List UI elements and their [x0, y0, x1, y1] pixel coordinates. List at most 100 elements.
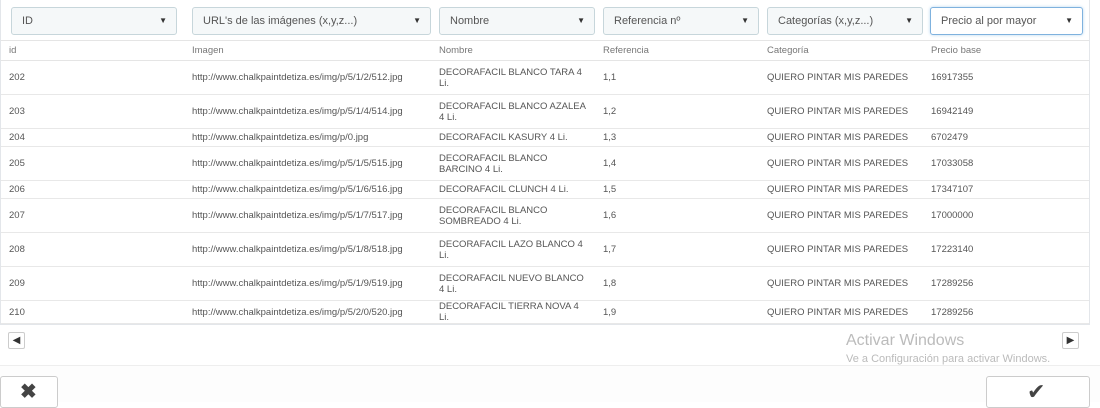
mapping-select-precio[interactable]: Precio al por mayor ▼ [930, 7, 1083, 35]
cell-referencia: 1,2 [595, 94, 759, 129]
cell-precio: 17347107 [923, 180, 1089, 199]
data-table: id Imagen Nombre Referencia Categoría Pr… [1, 40, 1089, 324]
select-value: Categorías (x,y,z...) [778, 15, 874, 27]
cell-id: 208 [1, 232, 184, 267]
chevron-left-circle-icon: ◀ [12, 335, 21, 346]
cell-precio: 17000000 [923, 198, 1089, 233]
caret-down-icon: ▼ [1065, 16, 1073, 25]
select-value: Referencia nº [614, 15, 681, 27]
cell-precio: 6702479 [923, 128, 1089, 147]
table-row: 207 http://www.chalkpaintdetiza.es/img/p… [1, 198, 1089, 233]
cell-id: 204 [1, 128, 184, 147]
cell-categoria: QUIERO PINTAR MIS PAREDES [759, 94, 923, 129]
close-icon: ✖ [20, 381, 37, 403]
cell-id: 206 [1, 180, 184, 199]
checkmark-icon: ✔ [1027, 379, 1046, 404]
caret-down-icon: ▼ [413, 16, 421, 25]
cell-id: 207 [1, 198, 184, 233]
column-header-categoria: Categoría [759, 40, 923, 61]
import-mapping-table: ID ▼ URL's de las imágenes (x,y,z...) ▼ … [0, 0, 1090, 325]
cell-id: 203 [1, 94, 184, 129]
cell-imagen: http://www.chalkpaintdetiza.es/img/p/5/1… [184, 266, 431, 301]
mapping-select-id[interactable]: ID ▼ [11, 7, 177, 35]
select-value: Precio al por mayor [941, 15, 1037, 27]
column-mapping-row: ID ▼ URL's de las imágenes (x,y,z...) ▼ … [1, 0, 1089, 40]
mapping-cell-id: ID ▼ [1, 0, 184, 40]
cell-nombre: DECORAFACIL BLANCO TARA 4 Li. [431, 60, 595, 95]
table-row: 209 http://www.chalkpaintdetiza.es/img/p… [1, 266, 1089, 301]
table-row: 205 http://www.chalkpaintdetiza.es/img/p… [1, 146, 1089, 181]
column-header-id: id [1, 40, 184, 61]
cell-categoria: QUIERO PINTAR MIS PAREDES [759, 180, 923, 199]
table-row: 203 http://www.chalkpaintdetiza.es/img/p… [1, 94, 1089, 129]
cell-categoria: QUIERO PINTAR MIS PAREDES [759, 198, 923, 233]
cell-id: 205 [1, 146, 184, 181]
cell-categoria: QUIERO PINTAR MIS PAREDES [759, 60, 923, 95]
cell-nombre: DECORAFACIL BLANCO AZALEA 4 Li. [431, 94, 595, 129]
mapping-select-nombre[interactable]: Nombre ▼ [439, 7, 595, 35]
cell-imagen: http://www.chalkpaintdetiza.es/img/p/5/1… [184, 146, 431, 181]
cell-referencia: 1,9 [595, 300, 759, 324]
cell-id: 210 [1, 300, 184, 324]
table-row: 206 http://www.chalkpaintdetiza.es/img/p… [1, 180, 1089, 199]
cell-nombre: DECORAFACIL KASURY 4 Li. [431, 128, 595, 147]
mapping-select-referencia[interactable]: Referencia nº ▼ [603, 7, 759, 35]
confirm-button[interactable]: ✔ [986, 376, 1090, 408]
caret-down-icon: ▼ [577, 16, 585, 25]
modal-footer: ✖ ✔ [0, 365, 1100, 408]
scroll-right-button[interactable]: ▶ [1062, 332, 1079, 349]
column-header-imagen: Imagen [184, 40, 431, 61]
cell-imagen: http://www.chalkpaintdetiza.es/img/p/5/2… [184, 300, 431, 324]
cancel-button[interactable]: ✖ [0, 376, 58, 408]
cell-id: 202 [1, 60, 184, 95]
select-value: URL's de las imágenes (x,y,z...) [203, 15, 358, 27]
cell-categoria: QUIERO PINTAR MIS PAREDES [759, 232, 923, 267]
caret-down-icon: ▼ [741, 16, 749, 25]
mapping-select-categoria[interactable]: Categorías (x,y,z...) ▼ [767, 7, 923, 35]
cell-categoria: QUIERO PINTAR MIS PAREDES [759, 128, 923, 147]
cell-nombre: DECORAFACIL BLANCO BARCINO 4 Li. [431, 146, 595, 181]
cell-referencia: 1,6 [595, 198, 759, 233]
cell-precio: 16942149 [923, 94, 1089, 129]
cell-referencia: 1,4 [595, 146, 759, 181]
cell-nombre: DECORAFACIL BLANCO SOMBREADO 4 Li. [431, 198, 595, 233]
cell-imagen: http://www.chalkpaintdetiza.es/img/p/5/1… [184, 198, 431, 233]
cell-imagen: http://www.chalkpaintdetiza.es/img/p/5/1… [184, 180, 431, 199]
select-value: ID [22, 15, 33, 27]
mapping-cell-imagen: URL's de las imágenes (x,y,z...) ▼ [184, 0, 431, 40]
table-footer: ◀ Activar Windows Ve a Configuración par… [0, 324, 1088, 365]
cell-id: 209 [1, 266, 184, 301]
cell-imagen: http://www.chalkpaintdetiza.es/img/p/5/1… [184, 94, 431, 129]
mapping-cell-referencia: Referencia nº ▼ [595, 0, 759, 40]
scroll-left-button[interactable]: ◀ [8, 332, 25, 349]
mapping-cell-precio: Precio al por mayor ▼ [923, 0, 1089, 40]
header-row: id Imagen Nombre Referencia Categoría Pr… [1, 40, 1089, 61]
cell-imagen: http://www.chalkpaintdetiza.es/img/p/5/1… [184, 60, 431, 95]
caret-down-icon: ▼ [905, 16, 913, 25]
cell-precio: 16917355 [923, 60, 1089, 95]
cell-precio: 17223140 [923, 232, 1089, 267]
cell-nombre: DECORAFACIL NUEVO BLANCO 4 Li. [431, 266, 595, 301]
activate-windows-subtitle: Ve a Configuración para activar Windows. [846, 353, 1051, 365]
cell-nombre: DECORAFACIL TIERRA NOVA 4 Li. [431, 300, 595, 324]
table-row: 204 http://www.chalkpaintdetiza.es/img/p… [1, 128, 1089, 147]
column-header-nombre: Nombre [431, 40, 595, 61]
cell-precio: 17289256 [923, 300, 1089, 324]
cell-nombre: DECORAFACIL LAZO BLANCO 4 Li. [431, 232, 595, 267]
chevron-right-circle-icon: ▶ [1066, 335, 1075, 346]
cell-referencia: 1,5 [595, 180, 759, 199]
cell-categoria: QUIERO PINTAR MIS PAREDES [759, 146, 923, 181]
cell-categoria: QUIERO PINTAR MIS PAREDES [759, 266, 923, 301]
mapping-cell-categoria: Categorías (x,y,z...) ▼ [759, 0, 923, 40]
column-header-referencia: Referencia [595, 40, 759, 61]
mapping-select-imagen[interactable]: URL's de las imágenes (x,y,z...) ▼ [192, 7, 431, 35]
mapping-cell-nombre: Nombre ▼ [431, 0, 595, 40]
cell-categoria: QUIERO PINTAR MIS PAREDES [759, 300, 923, 324]
cell-precio: 17033058 [923, 146, 1089, 181]
cell-referencia: 1,3 [595, 128, 759, 147]
cell-referencia: 1,7 [595, 232, 759, 267]
cell-imagen: http://www.chalkpaintdetiza.es/img/p/5/1… [184, 232, 431, 267]
table-row: 202 http://www.chalkpaintdetiza.es/img/p… [1, 60, 1089, 95]
cell-referencia: 1,8 [595, 266, 759, 301]
select-value: Nombre [450, 15, 490, 27]
